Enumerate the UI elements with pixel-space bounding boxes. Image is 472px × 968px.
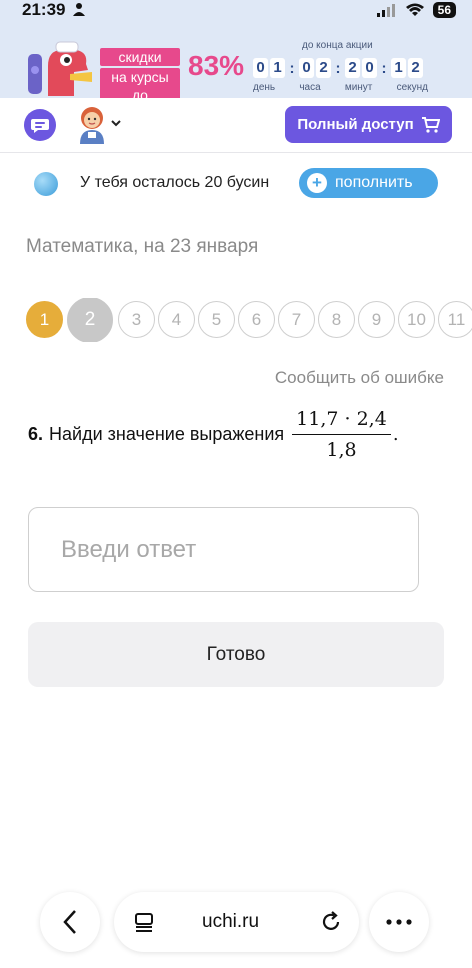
- battery-indicator: 56: [432, 2, 456, 18]
- task-page-11[interactable]: 11: [438, 301, 472, 338]
- back-button[interactable]: [40, 892, 100, 952]
- timer-label-hours: часа: [299, 82, 321, 93]
- header-divider: [0, 152, 472, 153]
- timer-digit: 2: [316, 58, 331, 78]
- task-fraction: 11,7 · 2,4 1,8: [292, 408, 391, 461]
- timer-separator: :: [289, 59, 295, 77]
- timer-digit: 0: [362, 58, 377, 78]
- status-time: 21:39: [22, 0, 66, 19]
- person-icon: [73, 3, 85, 16]
- task-text: Найди значение выражения: [49, 424, 285, 444]
- task-page-7[interactable]: 7: [278, 301, 315, 338]
- timer-separator: :: [381, 59, 387, 77]
- mascot-icon: [28, 41, 92, 96]
- task-statement: 6. Найди значение выражения 11,7 · 2,4 1…: [28, 408, 399, 461]
- topup-label: пополнить: [335, 174, 413, 191]
- topup-button[interactable]: + пополнить: [299, 168, 438, 198]
- timer-digit: 0: [253, 58, 268, 78]
- ready-button[interactable]: Готово: [28, 622, 444, 687]
- timer-label-seconds: секунд: [396, 82, 428, 93]
- task-number: 6.: [28, 424, 44, 444]
- task-page-2[interactable]: 2: [67, 298, 113, 342]
- status-bar: 21:39 56: [0, 0, 472, 22]
- signal-icon: [376, 4, 395, 17]
- more-dots-icon: [386, 919, 412, 925]
- plus-icon: +: [307, 173, 327, 193]
- app-header: Полный доступ: [0, 98, 472, 152]
- fraction-numerator: 11,7 · 2,4: [292, 408, 391, 435]
- full-access-label: Полный доступ: [297, 116, 414, 133]
- full-access-button[interactable]: Полный доступ: [285, 106, 452, 143]
- task-page-5[interactable]: 5: [198, 301, 235, 338]
- bead-icon: [34, 172, 58, 196]
- timer-separator: :: [335, 59, 341, 77]
- subject-title: Математика, на 23 января: [26, 236, 259, 257]
- address-bar[interactable]: uchi.ru: [114, 892, 359, 952]
- task-page-10[interactable]: 10: [398, 301, 435, 338]
- wifi-icon: [405, 3, 424, 16]
- status-indicators: 56: [376, 2, 456, 18]
- timer-labels: день часа минут секунд: [253, 82, 428, 93]
- timer-label-days: день: [253, 82, 276, 93]
- task-pager: 1 2 3 4 5 6 7 8 9 10 11: [26, 298, 472, 342]
- url-text: uchi.ru: [202, 911, 260, 932]
- task-page-8[interactable]: 8: [318, 301, 355, 338]
- promo-banner[interactable]: скидки на курсы до 83% до конца акции 0 …: [0, 22, 472, 104]
- promo-tag-discount: скидки: [100, 48, 180, 66]
- chevron-left-icon: [63, 910, 76, 934]
- timer-digit: 1: [270, 58, 285, 78]
- task-page-3[interactable]: 3: [118, 301, 155, 338]
- task-end-punct: .: [392, 424, 399, 445]
- timer-digit: 0: [299, 58, 314, 78]
- beads-balance: У тебя осталось 20 бусин: [80, 174, 270, 191]
- tabs-icon[interactable]: [134, 912, 154, 932]
- chat-icon: [31, 119, 49, 133]
- cart-icon: [421, 116, 440, 133]
- reload-icon[interactable]: [319, 910, 343, 934]
- task-page-4[interactable]: 4: [158, 301, 195, 338]
- timer-digit: 2: [345, 58, 360, 78]
- promo-until-label: до конца акции: [302, 40, 373, 51]
- timer-digit: 1: [391, 58, 406, 78]
- task-page-1[interactable]: 1: [26, 301, 63, 338]
- avatar[interactable]: [76, 106, 108, 144]
- more-button[interactable]: [369, 892, 429, 952]
- fraction-denominator: 1,8: [326, 439, 357, 461]
- chat-button[interactable]: [24, 109, 56, 141]
- report-error-link[interactable]: Сообщить об ошибке: [275, 368, 444, 388]
- answer-field-container[interactable]: [28, 507, 419, 592]
- timer-label-minutes: минут: [344, 82, 373, 93]
- countdown-timer: 0 1 : 0 2 : 2 0 : 1 2: [253, 58, 425, 78]
- chevron-down-icon[interactable]: [110, 118, 122, 128]
- task-page-9[interactable]: 9: [358, 301, 395, 338]
- task-page-6[interactable]: 6: [238, 301, 275, 338]
- promo-percent: 83%: [188, 50, 245, 81]
- timer-digit: 2: [408, 58, 423, 78]
- answer-input[interactable]: [29, 508, 418, 591]
